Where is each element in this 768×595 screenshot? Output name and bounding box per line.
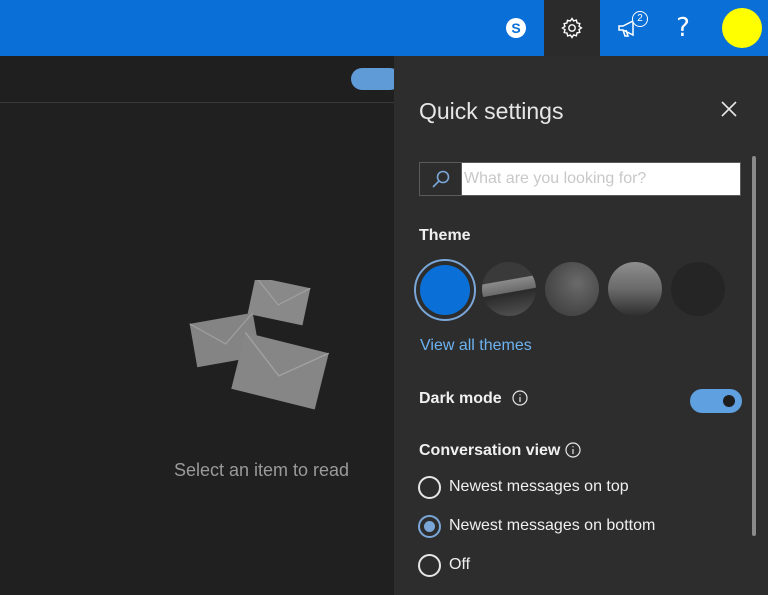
envelope-icon bbox=[189, 276, 330, 410]
radio-label: Newest messages on bottom bbox=[449, 517, 656, 534]
theme-option-dark[interactable] bbox=[671, 262, 725, 316]
radio-newest-on-bottom[interactable]: Newest messages on bottom bbox=[418, 513, 655, 539]
search-icon bbox=[431, 170, 449, 188]
help-button[interactable]: ? bbox=[660, 0, 706, 56]
skype-button[interactable]: S bbox=[492, 0, 540, 56]
help-icon: ? bbox=[676, 13, 690, 43]
account-button[interactable] bbox=[716, 0, 768, 56]
dark-mode-toggle[interactable] bbox=[690, 389, 742, 413]
info-icon[interactable] bbox=[565, 442, 581, 458]
svg-text:S: S bbox=[511, 20, 520, 36]
theme-label: Theme bbox=[419, 227, 471, 244]
theme-option-blue[interactable] bbox=[414, 259, 476, 321]
envelopes-illustration bbox=[185, 276, 335, 415]
theme-option-landscape[interactable] bbox=[482, 262, 536, 316]
radio-label: Off bbox=[449, 556, 471, 573]
settings-button[interactable] bbox=[544, 0, 600, 56]
radio-off[interactable]: Off bbox=[418, 552, 470, 578]
view-all-themes-link[interactable]: View all themes bbox=[420, 337, 532, 355]
conversation-view-label: Conversation view bbox=[419, 442, 561, 459]
notification-badge: 2 bbox=[632, 11, 648, 27]
search-input[interactable] bbox=[462, 163, 740, 195]
theme-option-palms[interactable] bbox=[608, 262, 662, 316]
quick-settings-panel: Quick settings Theme View all themes Dar… bbox=[394, 56, 768, 595]
radio-button[interactable] bbox=[418, 553, 441, 577]
radio-button[interactable] bbox=[418, 475, 441, 499]
theme-option-texture[interactable] bbox=[545, 262, 599, 316]
toggle-knob bbox=[723, 395, 735, 407]
radio-newest-on-top[interactable]: Newest messages on top bbox=[418, 474, 629, 500]
reading-pane-header bbox=[0, 56, 401, 103]
info-icon[interactable] bbox=[512, 390, 528, 406]
settings-search-box bbox=[419, 162, 741, 196]
radio-button-checked[interactable] bbox=[418, 514, 441, 538]
radio-label: Newest messages on top bbox=[449, 478, 629, 495]
panel-scrollbar[interactable] bbox=[752, 156, 756, 536]
avatar bbox=[722, 8, 762, 48]
close-icon bbox=[721, 101, 737, 117]
skype-icon: S bbox=[506, 18, 526, 38]
whats-new-button[interactable]: 2 bbox=[604, 0, 656, 56]
panel-title: Quick settings bbox=[419, 98, 564, 124]
theme-picker bbox=[414, 259, 734, 322]
close-button[interactable] bbox=[716, 96, 742, 122]
search-icon-container bbox=[420, 163, 462, 195]
dark-mode-label: Dark mode bbox=[419, 390, 502, 407]
top-bar: S 2 ? bbox=[0, 0, 768, 56]
gear-icon bbox=[561, 17, 583, 39]
